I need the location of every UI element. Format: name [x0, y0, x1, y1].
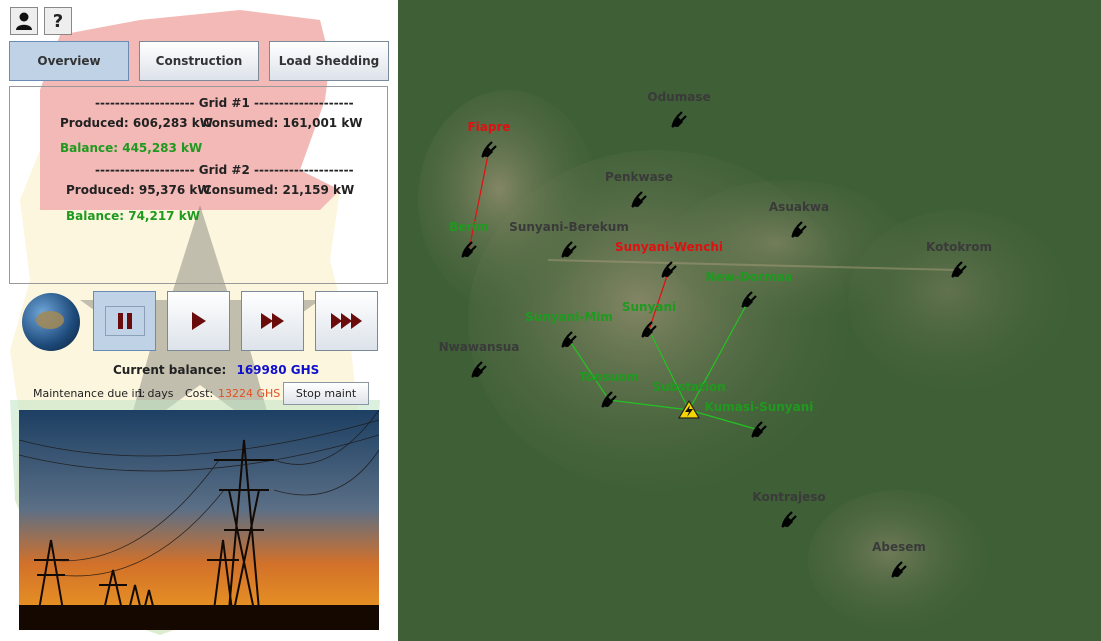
city-label: New-Dormaa [705, 270, 793, 284]
grid2-balance: Balance: 74,217 kW [66, 209, 200, 223]
plug-icon[interactable] [657, 258, 681, 282]
city-sunyani-mim[interactable]: Sunyani-Mim [525, 310, 613, 348]
plug-icon[interactable] [477, 138, 501, 162]
user-button[interactable] [10, 7, 38, 35]
faster-forward-icon [330, 313, 362, 329]
plug-icon[interactable] [627, 188, 651, 212]
plug-icon[interactable] [667, 108, 691, 132]
tab-construction[interactable]: Construction [139, 41, 259, 81]
tab-load-shedding[interactable]: Load Shedding [269, 41, 389, 81]
grid1-header: -------------------- Grid #1 -----------… [95, 96, 354, 110]
plug-icon[interactable] [787, 218, 811, 242]
city-label: Asuakwa [768, 200, 830, 214]
fast-forward-icon [260, 313, 284, 329]
pause-icon [117, 313, 132, 329]
city-label: Kumasi-Sunyani [704, 400, 814, 414]
city-label: Sunyani-Berekum [509, 220, 629, 234]
grid2-header: -------------------- Grid #2 -----------… [95, 163, 354, 177]
stop-maintenance-label: Stop maint [295, 387, 357, 400]
city-label: Penkwase [605, 170, 673, 184]
tab-construction-label: Construction [155, 54, 243, 68]
fast-forward-button[interactable] [241, 291, 304, 351]
city-odumase[interactable]: Odumase [647, 90, 711, 128]
plug-icon[interactable] [777, 508, 801, 532]
tab-overview[interactable]: Overview [9, 41, 129, 81]
maintenance-days: 1 days [137, 387, 174, 400]
plug-icon[interactable] [887, 558, 911, 582]
plug-icon[interactable] [557, 238, 581, 262]
city-label: Sunyani-Mim [525, 310, 613, 324]
city-label: Sunyani-Wenchi [614, 240, 724, 254]
grid1-balance: Balance: 445,283 kW [60, 141, 203, 155]
city-kotokrom[interactable]: Kotokrom [926, 240, 992, 278]
city-label: Sunyani [621, 300, 677, 314]
plug-icon[interactable] [457, 238, 481, 262]
city-berim[interactable]: Berim [449, 220, 489, 258]
balance-label: Current balance: [113, 363, 227, 377]
plug-icon[interactable] [557, 328, 581, 352]
cost-label: Cost: [185, 387, 214, 400]
city-sunyani-wenchi[interactable]: Sunyani-Wenchi [615, 240, 723, 278]
city-sunyani-berekum[interactable]: Sunyani-Berekum [509, 220, 629, 258]
pause-button[interactable] [93, 291, 156, 351]
plug-icon[interactable] [467, 358, 491, 382]
city-fiapre[interactable]: Fiapre [467, 120, 511, 158]
grid2-consumed: Consumed: 21,159 kW [203, 183, 355, 197]
city-label: Kontrajeso [752, 490, 826, 504]
help-button[interactable]: ? [44, 7, 72, 35]
city-new-dormaa[interactable]: New-Dormaa [705, 270, 793, 308]
city-label: Berim [449, 220, 489, 234]
grid-link [468, 149, 490, 251]
grid1-produced: Produced: 606,283 kW [60, 116, 213, 130]
city-kontrajeso[interactable]: Kontrajeso [752, 490, 826, 528]
current-balance: Current balance: 169980 GHS [113, 363, 319, 377]
tab-overview-label: Overview [37, 54, 101, 68]
maintenance-label: Maintenance due in: [33, 387, 146, 400]
city-label: Kotokrom [926, 240, 992, 254]
stop-maintenance-button[interactable]: Stop maint [283, 382, 369, 405]
satellite-map[interactable]: Odumase Fiapre Penkwase Asuakwa Berim Sunyani… [398, 0, 1101, 641]
plug-icon[interactable] [597, 388, 621, 412]
cost-value: 13224 GHS [218, 387, 281, 400]
globe-icon[interactable] [22, 293, 80, 351]
grid-stats-panel: -------------------- Grid #1 -----------… [9, 86, 388, 284]
city-label: Fiapre [467, 120, 511, 134]
city-nwawansua[interactable]: Nwawansua [439, 340, 519, 378]
grid2-produced: Produced: 95,376 kW [66, 183, 211, 197]
city-kumasi-sunyani[interactable]: Kumasi-Sunyani [705, 400, 813, 438]
city-asuakwa[interactable]: Asuakwa [769, 200, 829, 238]
city-abesem[interactable]: Abesem [872, 540, 926, 578]
user-icon [16, 12, 32, 30]
city-label: Substation [652, 380, 726, 394]
city-penkwase[interactable]: Penkwase [605, 170, 673, 208]
city-substation[interactable]: Substation [652, 380, 726, 419]
substation-icon[interactable] [677, 398, 701, 422]
city-label: Nwawansua [438, 340, 520, 354]
plug-icon[interactable] [747, 418, 771, 442]
balance-value: 169980 GHS [236, 363, 320, 377]
grid-connections [468, 149, 760, 431]
city-sunyani[interactable]: Sunyani [622, 300, 676, 338]
grid1-consumed: Consumed: 161,001 kW [203, 116, 363, 130]
plug-icon[interactable] [637, 318, 661, 342]
city-label: Odumase [647, 90, 711, 104]
help-icon: ? [52, 10, 64, 32]
plug-icon[interactable] [947, 258, 971, 282]
faster-forward-button[interactable] [315, 291, 378, 351]
city-label: Abesem [872, 540, 926, 554]
city-tonsuom[interactable]: Tonsuom [579, 370, 639, 408]
tab-load-shedding-label: Load Shedding [278, 54, 380, 68]
control-panel: ? Overview Construction Load Shedding --… [0, 0, 398, 641]
city-label: Tonsuom [579, 370, 639, 384]
power-lines-photo [19, 410, 379, 630]
play-icon [191, 312, 206, 330]
play-button[interactable] [167, 291, 230, 351]
plug-icon[interactable] [737, 288, 761, 312]
